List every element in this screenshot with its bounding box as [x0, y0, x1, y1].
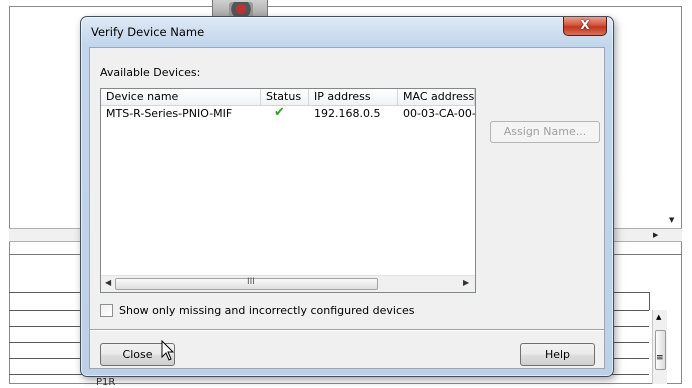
- background-scroll-right-icon[interactable]: ▶: [653, 231, 658, 239]
- button-separator: [90, 329, 604, 331]
- show-missing-option[interactable]: Show only missing and incorrectly config…: [100, 304, 415, 317]
- scroll-left-icon[interactable]: ◀: [105, 278, 111, 287]
- scroll-right-icon[interactable]: ▶: [463, 278, 469, 287]
- background-cell-text: P1R: [96, 377, 116, 388]
- mac-address-cell: 00-03-CA-00-D: [403, 107, 475, 120]
- help-button[interactable]: Help: [520, 343, 595, 366]
- ip-address-cell: 192.168.0.5: [314, 107, 381, 120]
- column-header-device-name[interactable]: Device name: [101, 89, 261, 106]
- show-missing-label: Show only missing and incorrectly config…: [119, 304, 415, 317]
- scroll-grip: III: [247, 277, 255, 287]
- show-missing-checkbox[interactable]: [100, 304, 113, 317]
- scroll-thumb[interactable]: [655, 330, 666, 370]
- verify-device-name-dialog: Verify Device Name X Available Devices: …: [80, 16, 614, 377]
- mouse-cursor-icon: [161, 340, 175, 361]
- column-header-status[interactable]: Status: [261, 89, 309, 106]
- window-close-icon[interactable]: X: [563, 17, 607, 36]
- device-list[interactable]: Device name Status IP address MAC addres…: [100, 88, 476, 293]
- dialog-client-area: Available Devices: Device name Status IP…: [89, 47, 605, 369]
- list-item[interactable]: MTS-R-Series-PNIO-MIF ✔ 192.168.0.5 00-0…: [101, 106, 475, 122]
- available-devices-label: Available Devices:: [100, 66, 201, 79]
- background-scroll-down-icon[interactable]: ▼: [669, 216, 674, 224]
- column-header-ip-address[interactable]: IP address: [309, 89, 398, 106]
- device-name-cell: MTS-R-Series-PNIO-MIF: [106, 107, 233, 120]
- background-vertical-scrollbar[interactable]: ▲ ≡: [652, 310, 667, 384]
- column-header-mac-address[interactable]: MAC address: [398, 89, 475, 106]
- scroll-up-icon[interactable]: ▲: [656, 313, 661, 321]
- device-list-horizontal-scrollbar[interactable]: ◀ III ▶: [101, 275, 475, 292]
- horizontal-scroll-thumb[interactable]: III: [115, 277, 378, 290]
- dialog-title: Verify Device Name: [91, 25, 205, 39]
- checkmark-icon: ✔: [274, 106, 285, 120]
- assign-name-button[interactable]: Assign Name...: [490, 121, 600, 143]
- device-list-header: Device name Status IP address MAC addres…: [101, 89, 475, 106]
